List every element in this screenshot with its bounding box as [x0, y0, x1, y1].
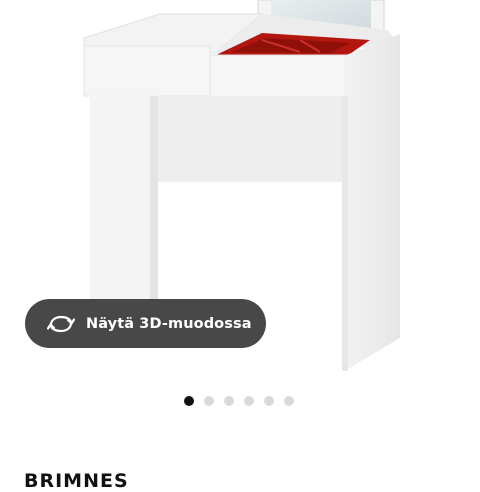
carousel-dot[interactable] [264, 396, 274, 406]
carousel-dot[interactable] [224, 396, 234, 406]
rotate-3d-icon [47, 313, 75, 335]
carousel-dot[interactable] [244, 396, 254, 406]
carousel-dot[interactable] [184, 396, 194, 406]
right-side-panel [346, 34, 400, 370]
right-leg [342, 96, 348, 371]
view-3d-label: Näytä 3D-muodossa [86, 315, 252, 332]
view-3d-button[interactable]: Näytä 3D-muodossa [25, 299, 266, 348]
carousel-dot[interactable] [284, 396, 294, 406]
carousel-dots [184, 396, 294, 406]
left-leg [90, 88, 158, 300]
carousel-dot[interactable] [204, 396, 214, 406]
product-name: BRIMNES [24, 470, 129, 492]
